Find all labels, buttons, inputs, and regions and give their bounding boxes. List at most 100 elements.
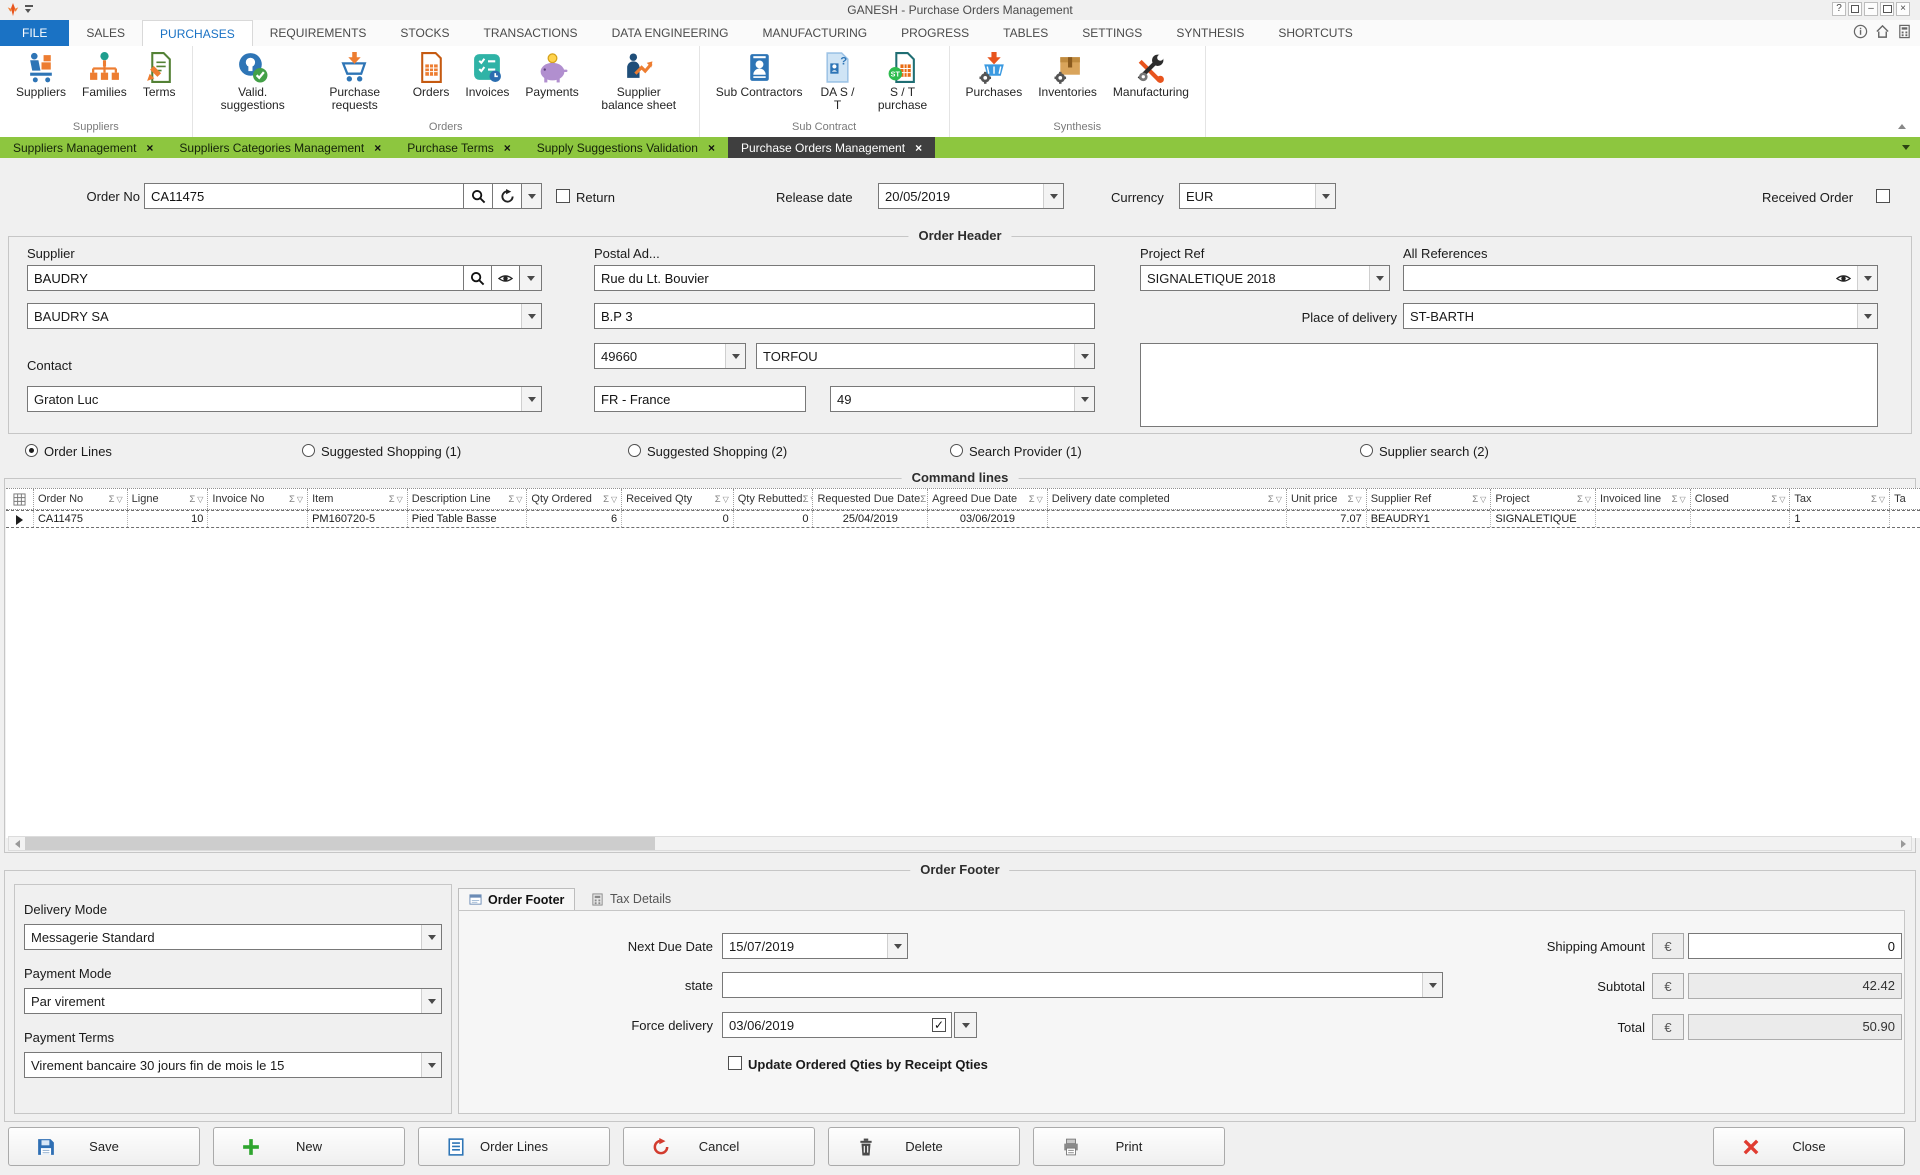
- ribbon-families-button[interactable]: Families: [74, 49, 135, 101]
- scrollbar-track[interactable]: [655, 837, 1895, 850]
- cancel-button[interactable]: Cancel: [623, 1127, 815, 1166]
- ribbon-sub-contractors-button[interactable]: Sub Contractors: [708, 49, 811, 101]
- dropdown-arrow-icon[interactable]: [1074, 344, 1094, 368]
- return-checkbox[interactable]: [556, 189, 570, 203]
- sum-icon[interactable]: Σ: [1871, 494, 1877, 505]
- sum-icon[interactable]: Σ: [1472, 494, 1478, 505]
- tab-suppliers-categories-management[interactable]: Suppliers Categories Management×: [166, 137, 394, 158]
- department-combo[interactable]: 49: [830, 386, 1095, 412]
- sum-icon[interactable]: Σ: [1348, 494, 1354, 505]
- radio-suggested-shopping-1[interactable]: [302, 444, 315, 457]
- tab-purchase-terms[interactable]: Purchase Terms×: [394, 137, 524, 158]
- minimize-button[interactable]: –: [1864, 2, 1878, 16]
- country-input[interactable]: [594, 386, 806, 412]
- grid-col-requested-due-date[interactable]: Requested Due DateΣ▽: [813, 489, 928, 509]
- dropdown-arrow-icon[interactable]: [1315, 184, 1335, 208]
- grid-col-invoice-no[interactable]: Invoice NoΣ▽: [208, 489, 308, 509]
- menu-purchases[interactable]: PURCHASES: [142, 20, 253, 46]
- supplier-view-button[interactable]: [491, 265, 520, 291]
- print-button[interactable]: Print: [1033, 1127, 1225, 1166]
- ribbon-purchase-requests-button[interactable]: Purchase requests: [305, 49, 405, 115]
- currency-combo[interactable]: EUR: [1179, 183, 1336, 209]
- dropdown-arrow-icon[interactable]: [1857, 304, 1877, 328]
- menu-requirements[interactable]: REQUIREMENTS: [253, 20, 384, 46]
- save-button[interactable]: Save: [8, 1127, 200, 1166]
- force-delivery-dropdown[interactable]: [954, 1012, 977, 1038]
- dropdown-arrow-icon[interactable]: [421, 925, 441, 949]
- grid-col-supplier-ref[interactable]: Supplier RefΣ▽: [1367, 489, 1492, 509]
- ribbon-inventories-button[interactable]: Inventories: [1030, 49, 1105, 101]
- dropdown-arrow-icon[interactable]: [521, 387, 541, 411]
- ribbon-payments-button[interactable]: Payments: [517, 49, 586, 101]
- calculator-icon[interactable]: [1897, 24, 1912, 39]
- radio-supplier-search-2[interactable]: [1360, 444, 1373, 457]
- grid-col-qty-rebutted[interactable]: Qty RebuttedΣ▽: [734, 489, 814, 509]
- filter-icon[interactable]: ▽: [1879, 495, 1885, 504]
- sum-icon[interactable]: Σ: [920, 494, 926, 505]
- order-notes-field[interactable]: [1140, 343, 1878, 427]
- close-tab-icon[interactable]: ×: [504, 141, 511, 155]
- city-combo[interactable]: TORFOU: [756, 343, 1095, 369]
- tab-suppliers-management[interactable]: Suppliers Management×: [0, 137, 166, 158]
- ribbon-supplier-balance-button[interactable]: Supplier balance sheet: [587, 49, 691, 115]
- menu-progress[interactable]: PROGRESS: [884, 20, 986, 46]
- tab-tax-details[interactable]: Tax Details: [581, 888, 681, 910]
- ribbon-terms-button[interactable]: Terms: [135, 49, 184, 101]
- dropdown-arrow-icon[interactable]: [521, 304, 541, 328]
- tab-purchase-orders-management[interactable]: Purchase Orders Management×: [728, 137, 935, 158]
- filter-icon[interactable]: ▽: [611, 495, 617, 504]
- tab-strip-chevron-icon[interactable]: [1902, 145, 1910, 150]
- sum-icon[interactable]: Σ: [1268, 494, 1274, 505]
- menu-tables[interactable]: TABLES: [986, 20, 1065, 46]
- order-no-input[interactable]: [144, 183, 464, 209]
- contact-combo[interactable]: Graton Luc: [27, 386, 542, 412]
- order-lines-button[interactable]: Order Lines: [418, 1127, 610, 1166]
- filter-icon[interactable]: ▽: [1480, 495, 1486, 504]
- force-delivery-checkbox[interactable]: ✓: [927, 1013, 951, 1037]
- ribbon-da-st-button[interactable]: ? DA S / T: [811, 49, 865, 115]
- menu-synthesis[interactable]: SYNTHESIS: [1159, 20, 1261, 46]
- force-delivery-date-field[interactable]: 03/06/2019 ✓: [722, 1012, 952, 1038]
- menu-stocks[interactable]: STOCKS: [383, 20, 466, 46]
- grid-col-qty-ordered[interactable]: Qty OrderedΣ▽: [527, 489, 622, 509]
- menu-manufacturing[interactable]: MANUFACTURING: [745, 20, 884, 46]
- menu-transactions[interactable]: TRANSACTIONS: [467, 20, 595, 46]
- grid-row-1[interactable]: CA11475 10 PM160720-5 Pied Table Basse 6…: [6, 510, 1920, 528]
- ribbon-purchases-button[interactable]: Purchases: [958, 49, 1031, 101]
- sum-icon[interactable]: Σ: [389, 494, 395, 505]
- close-tab-icon[interactable]: ×: [146, 141, 153, 155]
- grid-col-item[interactable]: ItemΣ▽: [308, 489, 408, 509]
- supplier-search-button[interactable]: [463, 265, 492, 291]
- filter-icon[interactable]: ▽: [1356, 495, 1362, 504]
- sum-icon[interactable]: Σ: [1577, 494, 1583, 505]
- ribbon-valid-suggestions-button[interactable]: Valid. suggestions: [201, 49, 305, 115]
- dropdown-arrow-icon[interactable]: [421, 989, 441, 1013]
- grid-col-ligne[interactable]: LigneΣ▽: [128, 489, 209, 509]
- filter-icon[interactable]: ▽: [516, 495, 522, 504]
- address1-input[interactable]: [594, 265, 1095, 291]
- grid-col-invoiced-line[interactable]: Invoiced lineΣ▽: [1596, 489, 1691, 509]
- dropdown-arrow-icon[interactable]: [1857, 266, 1877, 290]
- menu-settings[interactable]: SETTINGS: [1065, 20, 1159, 46]
- delivery-mode-combo[interactable]: Messagerie Standard: [24, 924, 442, 950]
- sum-icon[interactable]: Σ: [715, 494, 721, 505]
- help-button[interactable]: ?: [1832, 2, 1846, 16]
- ribbon-suppliers-button[interactable]: Suppliers: [8, 49, 74, 101]
- radio-suggested-shopping-2[interactable]: [628, 444, 641, 457]
- ribbon-orders-button[interactable]: Orders: [405, 49, 458, 101]
- ribbon-st-purchase-button[interactable]: ST S / T purchase: [865, 49, 941, 115]
- tab-order-footer[interactable]: Order Footer: [458, 888, 575, 910]
- state-combo[interactable]: [722, 972, 1443, 998]
- supplier-code-input[interactable]: [27, 265, 464, 291]
- radio-search-provider-1[interactable]: [950, 444, 963, 457]
- payment-mode-combo[interactable]: Par virement: [24, 988, 442, 1014]
- filter-icon[interactable]: ▽: [1037, 495, 1043, 504]
- close-window-button[interactable]: ×: [1896, 2, 1910, 16]
- grid-col-unit-price[interactable]: Unit priceΣ▽: [1287, 489, 1367, 509]
- sum-icon[interactable]: Σ: [1029, 494, 1035, 505]
- shipping-amount-input[interactable]: [1688, 933, 1902, 959]
- address2-input[interactable]: [594, 303, 1095, 329]
- update-qties-checkbox[interactable]: [728, 1056, 742, 1070]
- supplier-name-combo[interactable]: BAUDRY SA: [27, 303, 542, 329]
- home-icon[interactable]: [1875, 24, 1890, 39]
